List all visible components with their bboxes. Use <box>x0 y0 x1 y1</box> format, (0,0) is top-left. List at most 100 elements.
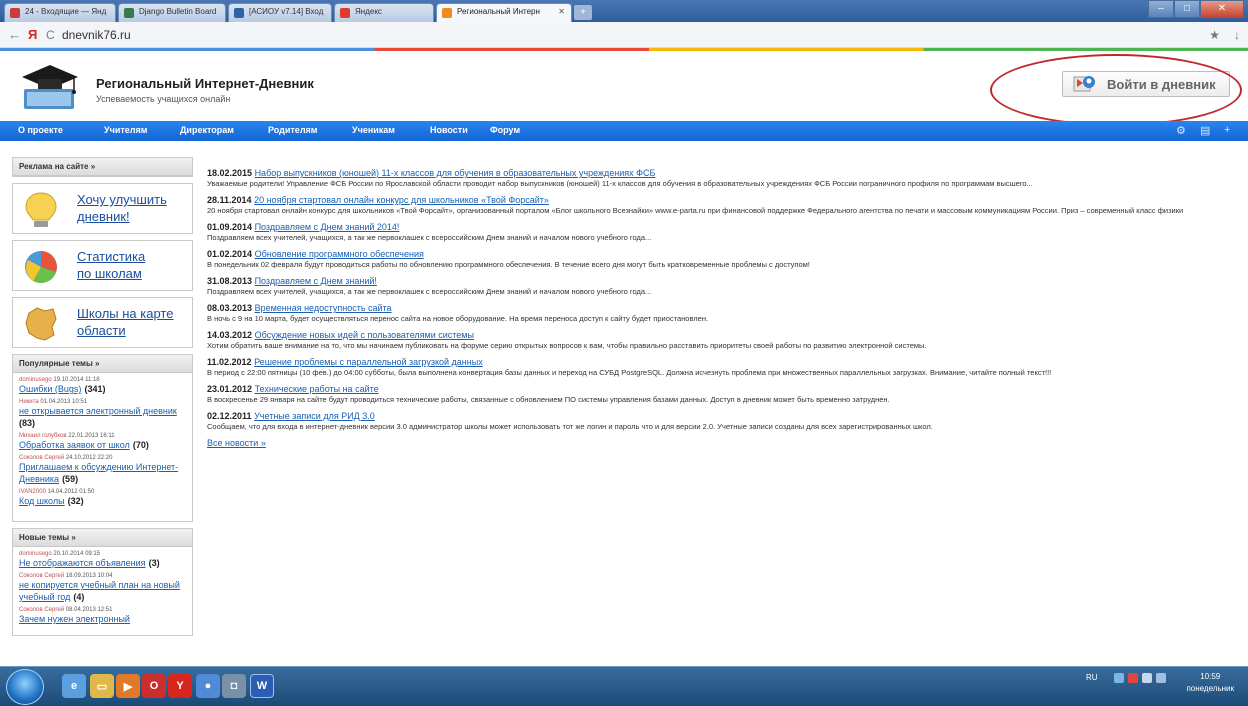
site-title[interactable]: Региональный Интернет-Дневник <box>96 76 314 91</box>
promo-school-stats[interactable]: Статистика по школам <box>12 240 193 291</box>
mail-icon <box>10 8 20 18</box>
news-title-link[interactable]: Поздравляем с Днем знаний! <box>255 276 377 286</box>
maximize-button[interactable]: □ <box>1174 0 1200 18</box>
explorer-icon[interactable]: e <box>62 674 86 698</box>
add-icon[interactable]: + <box>1224 124 1230 136</box>
layout-icon[interactable]: ▤ <box>1200 124 1210 137</box>
clock[interactable]: 10:59 понедельник <box>1186 671 1234 695</box>
minimize-button[interactable]: ‒ <box>1148 0 1174 18</box>
lightbulb-icon <box>25 192 57 227</box>
window-controls: ‒ □ ✕ <box>1148 0 1244 18</box>
news-title-link[interactable]: Набор выпускников (юношей) 11-х классов … <box>255 168 656 178</box>
back-button[interactable]: ← <box>8 27 21 42</box>
news-item: 28.11.2014 20 ноября стартовал онлайн ко… <box>207 195 1184 215</box>
language-indicator[interactable]: RU <box>1086 673 1098 682</box>
network-icon[interactable] <box>1142 673 1152 683</box>
opera-icon[interactable]: O <box>142 674 166 698</box>
topic-link[interactable]: не открывается электронный дневник <box>19 406 177 416</box>
sidebar: Реклама на сайте » Хочу улучшить дневник!… <box>12 157 193 642</box>
site-favicon-icon <box>442 8 452 18</box>
close-window-button[interactable]: ✕ <box>1200 0 1244 18</box>
ads-header[interactable]: Реклама на сайте » <box>13 158 192 176</box>
nav-item-forum[interactable]: Форум <box>490 125 520 135</box>
browser-tab-active[interactable]: Региональный Интерн ✕ <box>436 3 572 22</box>
browser-tab[interactable]: 24 - Входящие — Янд <box>4 3 116 22</box>
settings-icon[interactable]: ⚙ <box>1176 124 1186 137</box>
news-item: 18.02.2015 Набор выпускников (юношей) 11… <box>207 168 1033 188</box>
list-item: Михаил голубков 22.01.2013 16:11 Обработ… <box>19 433 149 450</box>
start-button[interactable] <box>6 669 44 705</box>
new-topics-header[interactable]: Новые темы » <box>13 529 192 547</box>
page-icon <box>234 8 244 18</box>
news-title-link[interactable]: Решение проблемы с параллельной загрузко… <box>254 357 483 367</box>
news-title-link[interactable]: Учетные записи для РИД 3.0 <box>254 411 375 421</box>
topic-link[interactable]: Не отображаются объявления <box>19 558 146 568</box>
yandex-home-icon[interactable]: Я <box>28 27 37 42</box>
browser-tab[interactable]: Django Bulletin Board <box>118 3 226 22</box>
app-icon[interactable]: ◘ <box>222 674 246 698</box>
volume-icon[interactable] <box>1156 673 1166 683</box>
screen: 24 - Входящие — Янд Django Bulletin Boar… <box>0 0 1248 706</box>
word-icon[interactable]: W <box>250 674 274 698</box>
main-nav: О проекте Учителям Директорам Родителям … <box>0 121 1248 141</box>
list-item: Соколов Сергей 08.04.2013 12:51 Зачем ну… <box>19 607 130 624</box>
news-title-link[interactable]: Технические работы на сайте <box>255 384 379 394</box>
browser-tab-strip: 24 - Входящие — Янд Django Bulletin Boar… <box>0 0 1248 22</box>
list-item: Никита 01.04.2013 10:51 не открывается э… <box>19 399 177 428</box>
media-player-icon[interactable]: ▶ <box>116 674 140 698</box>
news-title-link[interactable]: Обновление программного обеспечения <box>255 249 424 259</box>
tray-icon[interactable] <box>1128 673 1138 683</box>
tab-close-icon[interactable]: ✕ <box>558 7 565 16</box>
new-tab-button[interactable]: + <box>574 5 592 20</box>
site-subtitle: Успеваемость учащихся онлайн <box>96 94 231 104</box>
chrome-icon[interactable]: ● <box>196 674 220 698</box>
news-item: 01.02.2014 Обновление программного обесп… <box>207 249 810 269</box>
popular-topics-box: Популярные темы » dominusego 19.10.2014 … <box>12 354 193 522</box>
news-title-link[interactable]: Поздравляем с Днем знаний 2014! <box>255 222 400 232</box>
list-item: dominusego 20.10.2014 09:15 Не отображаю… <box>19 551 160 568</box>
bookmark-star-icon[interactable]: ★ <box>1209 28 1220 42</box>
downloads-icon[interactable]: ↓ <box>1234 28 1240 42</box>
topic-link[interactable]: не копируется учебный план на новый учеб… <box>19 580 180 602</box>
nav-item-students[interactable]: Ученикам <box>352 125 395 135</box>
topic-link[interactable]: Код школы <box>19 496 65 506</box>
topic-link[interactable]: Обработка заявок от школ <box>19 440 130 450</box>
nav-item-news[interactable]: Новости <box>430 125 468 135</box>
nav-item-directors[interactable]: Директорам <box>180 125 234 135</box>
topic-link[interactable]: Приглашаем к обсуждению Интернет-Дневник… <box>19 462 178 484</box>
nav-item-about[interactable]: О проекте <box>18 125 63 135</box>
news-title-link[interactable]: Обсуждение новых идей с пользователями с… <box>255 330 474 340</box>
folder-icon[interactable]: ▭ <box>90 674 114 698</box>
annotation-ellipse <box>990 54 1242 126</box>
graduation-cap-logo-icon[interactable] <box>16 59 84 115</box>
news-item: 23.01.2012 Технические работы на сайте В… <box>207 384 890 404</box>
news-item: 31.08.2013 Поздравляем с Днем знаний! По… <box>207 276 652 296</box>
browser-tab[interactable]: [АСИОУ v7.14] Вход <box>228 3 332 22</box>
url-field[interactable]: dnevnik76.ru <box>62 28 131 42</box>
popular-topics-header[interactable]: Популярные темы » <box>13 355 192 373</box>
news-title-link[interactable]: 20 ноября стартовал онлайн конкурс для ш… <box>254 195 549 205</box>
news-title-link[interactable]: Временная недоступность сайта <box>255 303 392 313</box>
topic-link[interactable]: Зачем нужен электронный <box>19 614 130 624</box>
news-item: 08.03.2013 Временная недоступность сайта… <box>207 303 709 323</box>
nav-item-teachers[interactable]: Учителям <box>104 125 147 135</box>
yandex-icon <box>340 8 350 18</box>
browser-tab[interactable]: Яндекс <box>334 3 434 22</box>
pie-chart-icon <box>25 251 57 284</box>
list-item: Соколов Сергей 18.09.2013 10:04 не копир… <box>19 573 180 602</box>
all-news-link[interactable]: Все новости » <box>207 438 266 448</box>
ads-box: Реклама на сайте » <box>12 157 193 177</box>
promo-improve-diary[interactable]: Хочу улучшить дневник! <box>12 183 193 234</box>
news-item: 14.03.2012 Обсуждение новых идей с польз… <box>207 330 927 350</box>
tray-icon[interactable] <box>1114 673 1124 683</box>
promo-schools-map[interactable]: Школы на карте области <box>12 297 193 348</box>
reload-button[interactable]: C <box>46 28 55 42</box>
yandex-browser-icon[interactable]: Y <box>168 674 192 698</box>
list-item: Соколов Сергей 24.10.2012 22:20 Приглаша… <box>19 455 179 484</box>
address-bar: ← Я C dnevnik76.ru ★ ↓ <box>0 22 1248 48</box>
news-item: 02.12.2011 Учетные записи для РИД 3.0 Со… <box>207 411 933 431</box>
new-topics-box: Новые темы » dominusego 20.10.2014 09:15… <box>12 528 193 636</box>
topic-link[interactable]: Ошибки (Bugs) <box>19 384 81 394</box>
news-item: 01.09.2014 Поздравляем с Днем знаний 201… <box>207 222 652 242</box>
nav-item-parents[interactable]: Родителям <box>268 125 317 135</box>
